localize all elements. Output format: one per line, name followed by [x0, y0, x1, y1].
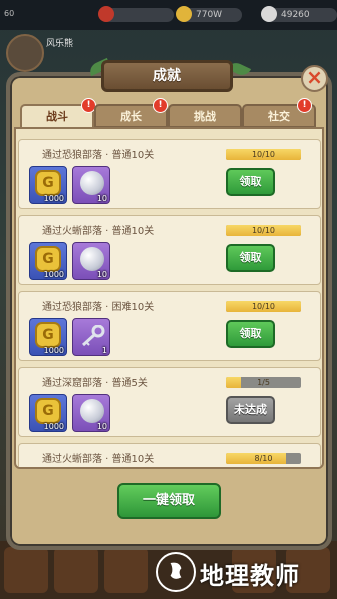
progress-bar: 1/5: [226, 377, 301, 388]
watermark-logo: [156, 552, 196, 592]
globe-icon: [170, 562, 182, 579]
gold-coin-icon: G: [35, 246, 61, 272]
progress-text: 10/10: [251, 226, 276, 235]
claim-label: 领取: [239, 327, 262, 340]
achievement-title: 通过恐狼部落 · 普通10关: [42, 150, 155, 161]
progress-text: 10/10: [251, 150, 276, 159]
diamond-value: 49260: [281, 10, 310, 20]
progress-bar: 10/10: [226, 149, 301, 160]
dialog-title: 成就: [101, 60, 233, 92]
close-icon: ×: [306, 65, 323, 89]
gold-coin-icon: G: [35, 322, 61, 348]
achievement-card: 通过火蜥部落 · 普通10关 10/10 G 1000 10 领取: [18, 215, 321, 285]
alert-badge: !: [297, 98, 312, 113]
claim-all-label: 一键领取: [142, 493, 195, 508]
reward-key[interactable]: 1: [72, 318, 110, 356]
achievement-title: 通过深窟部落 · 普通5关: [42, 378, 148, 389]
achievement-card: 通过火蜥部落 · 普通10关 8/10: [18, 443, 321, 467]
claim-button[interactable]: 领取: [226, 244, 275, 272]
reward-orb[interactable]: 10: [72, 166, 110, 204]
gold-coin-icon: [176, 6, 192, 22]
claim-label: 领取: [239, 251, 262, 264]
orb-icon: [80, 399, 104, 423]
progress-bar: 8/10: [226, 453, 301, 464]
top-resource-bar: 60 770W 49260: [0, 0, 337, 30]
tab-label: 战斗: [46, 110, 68, 123]
progress-text: 8/10: [254, 454, 273, 463]
reward-orb[interactable]: 10: [72, 242, 110, 280]
bottom-nav-slot[interactable]: [54, 547, 98, 593]
reward-qty: 10: [96, 270, 107, 279]
diamond-icon: [261, 6, 277, 22]
gold-coin-icon: G: [35, 398, 61, 424]
reward-qty: 1000: [43, 346, 64, 355]
progress-text: 1/5: [257, 378, 270, 387]
key-icon: [81, 325, 105, 347]
resource-1-counter: [98, 6, 174, 22]
gold-value: 770W: [196, 10, 223, 20]
tab-label: 社交: [268, 110, 290, 123]
alert-badge: !: [153, 98, 168, 113]
reward-qty: 1000: [43, 422, 64, 431]
reward-qty: 1000: [43, 270, 64, 279]
achievement-title: 通过恐狼部落 · 困难10关: [42, 302, 155, 313]
reward-gold[interactable]: G 1000: [29, 318, 67, 356]
watermark: 地理教师: [148, 552, 336, 596]
gold-coin-icon: G: [35, 170, 61, 196]
progress-text: 10/10: [251, 302, 276, 311]
ruby-icon: [98, 6, 114, 22]
not-achieved-button[interactable]: 未达成: [226, 396, 275, 424]
claim-button[interactable]: 领取: [226, 168, 275, 196]
reward-gold[interactable]: G 1000: [29, 394, 67, 432]
claim-all-button[interactable]: 一键领取: [117, 483, 221, 519]
tab-label: 挑战: [194, 110, 216, 123]
reward-qty: 10: [96, 194, 107, 203]
tab-label: 成长: [120, 110, 142, 123]
claim-button[interactable]: 领取: [226, 320, 275, 348]
tab-challenge[interactable]: 挑战: [168, 104, 242, 128]
achievement-card: 通过恐狼部落 · 普通10关 10/10 G 1000 10 领取: [18, 139, 321, 209]
achievement-list[interactable]: 通过恐狼部落 · 普通10关 10/10 G 1000 10 领取 通过火蜥部落…: [14, 127, 324, 469]
reward-gold[interactable]: G 1000: [29, 166, 67, 204]
not-achieved-label: 未达成: [234, 403, 267, 416]
gold-counter: 770W: [176, 6, 242, 22]
achievement-title: 通过火蜥部落 · 普通10关: [42, 454, 155, 465]
bottom-nav-slot[interactable]: [4, 547, 48, 593]
progress-bar: 10/10: [226, 225, 301, 236]
bottom-nav-slot[interactable]: [104, 547, 148, 593]
player-avatar[interactable]: [6, 34, 44, 72]
achievement-title: 通过火蜥部落 · 普通10关: [42, 226, 155, 237]
player-name: 风乐熊: [46, 39, 74, 49]
reward-orb[interactable]: 10: [72, 394, 110, 432]
achievement-card: 通过恐狼部落 · 困难10关 10/10 G 1000 1 领取: [18, 291, 321, 361]
watermark-text: 地理教师: [200, 562, 300, 590]
reward-qty: 1: [101, 346, 107, 355]
orb-icon: [80, 247, 104, 271]
claim-label: 领取: [239, 175, 262, 188]
orb-icon: [80, 171, 104, 195]
close-button[interactable]: ×: [301, 65, 328, 92]
player-level: 60: [4, 9, 15, 18]
diamond-counter: 49260: [261, 6, 337, 22]
reward-qty: 10: [96, 422, 107, 431]
achievement-card: 通过深窟部落 · 普通5关 1/5 G 1000 10 未达成: [18, 367, 321, 437]
progress-bar: 10/10: [226, 301, 301, 312]
reward-gold[interactable]: G 1000: [29, 242, 67, 280]
reward-qty: 1000: [43, 194, 64, 203]
dialog-title-text: 成就: [153, 68, 181, 84]
